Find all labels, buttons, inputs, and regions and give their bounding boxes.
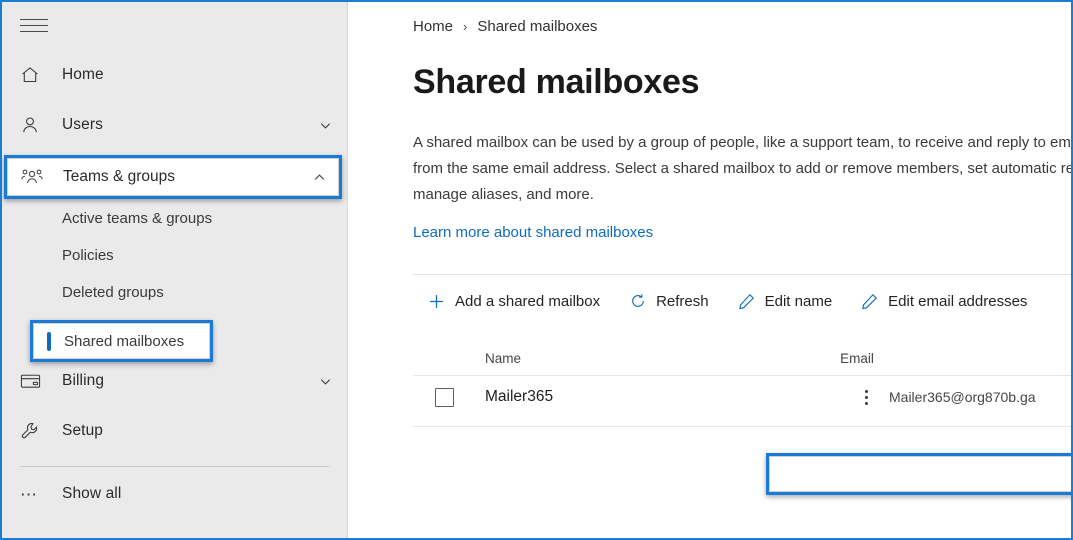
table-row[interactable]: Mailer365 Mailer365@org870b.ga [413, 376, 1071, 418]
sidebar-divider [20, 466, 329, 467]
sidebar-item-label: Teams & groups [62, 166, 176, 183]
breadcrumb: Home › Shared mailboxes [413, 18, 1071, 35]
more-options-dots [864, 389, 868, 405]
sidebar: Home Users Teams & groups Active teams &… [2, 2, 347, 538]
chevron-up-icon[interactable] [318, 168, 333, 183]
edit-name-button[interactable]: Edit name [723, 281, 847, 321]
edit-email-addresses-button[interactable]: Edit email addresses [846, 281, 1041, 321]
column-header-name[interactable]: Name [485, 351, 840, 366]
plus-icon [427, 293, 446, 310]
selection-indicator [46, 320, 49, 339]
sidebar-item-show-all[interactable]: ⋯ Show all [2, 469, 347, 519]
more-options-icon[interactable] [843, 389, 889, 405]
breadcrumb-current: Shared mailboxes [477, 18, 598, 35]
people-group-icon [20, 165, 46, 185]
app-window: Home Users Teams & groups Active teams &… [0, 0, 1073, 540]
wrench-icon [20, 421, 46, 441]
sidebar-subitem-label: Policies [62, 247, 114, 264]
dot [864, 395, 868, 399]
hamburger-line [20, 30, 48, 32]
sidebar-item-setup[interactable]: Setup [2, 406, 347, 456]
chevron-down-icon[interactable] [318, 118, 333, 133]
main-content: Home › Shared mailboxes Shared mailboxes… [347, 2, 1071, 538]
cell-email: Mailer365@org870b.ga [889, 389, 1036, 405]
refresh-icon [628, 293, 647, 309]
sidebar-item-label: Home [62, 66, 104, 83]
highlight-box-table-row [766, 453, 1071, 495]
person-icon [20, 115, 46, 135]
sidebar-subitem-deleted-groups[interactable]: Deleted groups [2, 274, 347, 311]
page-description: A shared mailbox can be used by a group … [413, 134, 1071, 203]
sidebar-subitem-label: Shared mailboxes [62, 321, 183, 338]
chevron-down-icon[interactable] [318, 374, 333, 389]
breadcrumb-home[interactable]: Home [413, 18, 453, 35]
pencil-icon [737, 293, 756, 310]
ellipsis-icon: ⋯ [20, 484, 39, 504]
cell-name: Mailer365 [485, 388, 554, 405]
credit-card-icon [20, 372, 46, 390]
sidebar-item-home[interactable]: Home [2, 50, 347, 100]
table-row-rule [413, 426, 1071, 427]
sidebar-item-label: Users [62, 116, 103, 133]
sidebar-subitem-label: Active teams & groups [62, 210, 213, 227]
table-header-row: Name Email [413, 341, 1071, 375]
sidebar-item-label: Show all [62, 485, 122, 502]
sidebar-item-label: Setup [62, 422, 104, 439]
hamburger-icon[interactable] [20, 14, 50, 36]
breadcrumb-separator: › [463, 19, 468, 34]
refresh-button[interactable]: Refresh [614, 281, 723, 321]
hamburger-line [20, 24, 48, 26]
command-bar: Add a shared mailbox Refresh Edit name E… [413, 275, 1071, 327]
dot [864, 401, 868, 405]
sidebar-subitem-label: Deleted groups [62, 284, 164, 301]
highlight-inner-border [769, 456, 1071, 492]
sidebar-item-label: Billing [62, 372, 105, 389]
sidebar-subitem-shared-mailboxes[interactable]: Shared mailboxes [2, 311, 347, 348]
row-checkbox[interactable] [435, 387, 454, 407]
sidebar-subitem-active-teams-and-groups[interactable]: Active teams & groups [2, 200, 347, 237]
hamburger-line [20, 18, 48, 20]
shared-mailboxes-table: Name Email Mailer365 Mailer365@org870b.g… [413, 341, 1071, 427]
row-checkbox-cell[interactable] [413, 387, 485, 407]
sidebar-item-billing[interactable]: Billing [2, 356, 347, 406]
column-header-email[interactable]: Email [840, 351, 1071, 366]
page-title: Shared mailboxes [413, 63, 700, 101]
command-label: Edit email addresses [888, 292, 1028, 310]
command-label: Add a shared mailbox [455, 292, 601, 310]
command-label: Refresh [656, 292, 709, 310]
add-shared-mailbox-button[interactable]: Add a shared mailbox [413, 281, 614, 321]
command-label: Edit name [764, 292, 833, 310]
home-icon [20, 65, 46, 85]
sidebar-subitem-policies[interactable]: Policies [2, 237, 347, 274]
sidebar-item-teams-and-groups[interactable]: Teams & groups [2, 150, 347, 200]
dot [864, 389, 868, 393]
pencil-icon [860, 293, 879, 310]
learn-more-link[interactable]: Learn more about shared mailboxes [413, 224, 653, 241]
sidebar-item-users[interactable]: Users [2, 100, 347, 150]
